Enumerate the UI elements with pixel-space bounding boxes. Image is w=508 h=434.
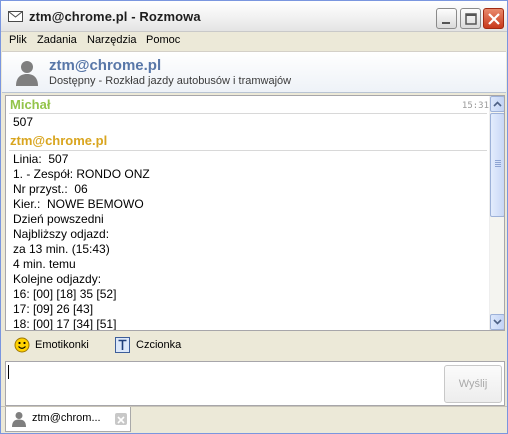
message-line: Najbliższy odjazd: [13, 227, 110, 241]
message-line: Kolejne odjazdy: [13, 272, 102, 286]
contact-status: Dostępny - Rozkład jazdy autobusów i tra… [49, 75, 292, 87]
message-line: 17: [09] 26 [43] [13, 302, 94, 316]
tab-bar: ztm@chrom... [1, 406, 507, 433]
envelope-icon [8, 11, 23, 22]
chat-history[interactable]: Michał 15:31 507 ztm@chrome.pl Linia: 50… [5, 95, 505, 331]
font-button[interactable]: Czcionka [136, 339, 181, 351]
tab-label: ztm@chrom... [32, 412, 101, 424]
maximize-icon [465, 13, 477, 25]
message-time: 15:31 [461, 101, 489, 111]
message-sender: Michał [10, 97, 51, 112]
menu-bar: Plik Zadania Narzędzia Pomoc [1, 32, 507, 51]
window-title: ztm@chrome.pl - Rozmowa [29, 9, 201, 24]
message-line: 4 min. temu [13, 257, 76, 271]
message-line: Nr przyst.: 06 [13, 182, 88, 196]
contact-name: ztm@chrome.pl [49, 57, 162, 74]
message-divider [9, 150, 487, 151]
menu-plik[interactable]: Plik [9, 34, 27, 46]
contact-header: ztm@chrome.pl Dostępny - Rozkład jazdy a… [2, 51, 506, 93]
message-line: Linia: 507 [13, 152, 69, 166]
tab-close-button[interactable] [115, 413, 127, 425]
message-sender: ztm@chrome.pl [10, 133, 108, 148]
menu-zadania[interactable]: Zadania [37, 34, 77, 46]
close-icon [488, 13, 500, 25]
scroll-down-button[interactable] [490, 314, 504, 330]
chat-window: ztm@chrome.pl - Rozmowa Plik Zadania Nar… [0, 0, 508, 434]
scroll-grip [495, 160, 501, 161]
scroll-grip [495, 166, 501, 167]
message-line: Dzień powszedni [13, 212, 104, 226]
scroll-grip [495, 162, 501, 163]
emoticons-button[interactable]: Emotikonki [35, 339, 89, 351]
person-silhouette-icon [16, 61, 38, 86]
tab-conversation[interactable]: ztm@chrom... [5, 407, 131, 432]
minimize-button[interactable] [436, 8, 457, 29]
smiley-icon[interactable] [14, 337, 30, 353]
scroll-up-button[interactable] [490, 96, 504, 112]
scroll-grip [495, 164, 501, 165]
minimize-icon [442, 22, 450, 24]
maximize-button[interactable] [460, 8, 481, 29]
message-line: 16: [00] [18] 35 [52] [13, 287, 117, 301]
chevron-up-icon [493, 101, 502, 107]
close-button[interactable] [483, 8, 504, 29]
message-divider [9, 113, 487, 114]
message-list: Michał 15:31 507 ztm@chrome.pl Linia: 50… [6, 96, 489, 330]
title-bar[interactable]: ztm@chrome.pl - Rozmowa [1, 1, 507, 32]
message-input[interactable] [5, 361, 505, 406]
text-caret [8, 365, 9, 379]
message-line: 18: [00] 17 [34] [51] [13, 317, 117, 330]
person-icon [12, 412, 26, 427]
menu-pomoc[interactable]: Pomoc [146, 34, 180, 46]
font-icon[interactable] [115, 337, 131, 353]
menu-narzedzia[interactable]: Narzędzia [87, 34, 137, 46]
close-icon [117, 416, 125, 424]
message-line: Kier.: NOWE BEMOWO [13, 197, 144, 211]
chevron-down-icon [493, 319, 502, 325]
send-button[interactable]: Wyślij [444, 365, 502, 403]
composer-toolbar: Emotikonki Czcionka [2, 333, 506, 361]
vertical-scrollbar[interactable] [489, 96, 504, 330]
scroll-thumb[interactable] [490, 113, 504, 217]
message-line: 507 [13, 115, 34, 129]
message-line: 1. - Zespół: RONDO ONZ [13, 167, 150, 181]
message-line: za 13 min. (15:43) [13, 242, 110, 256]
